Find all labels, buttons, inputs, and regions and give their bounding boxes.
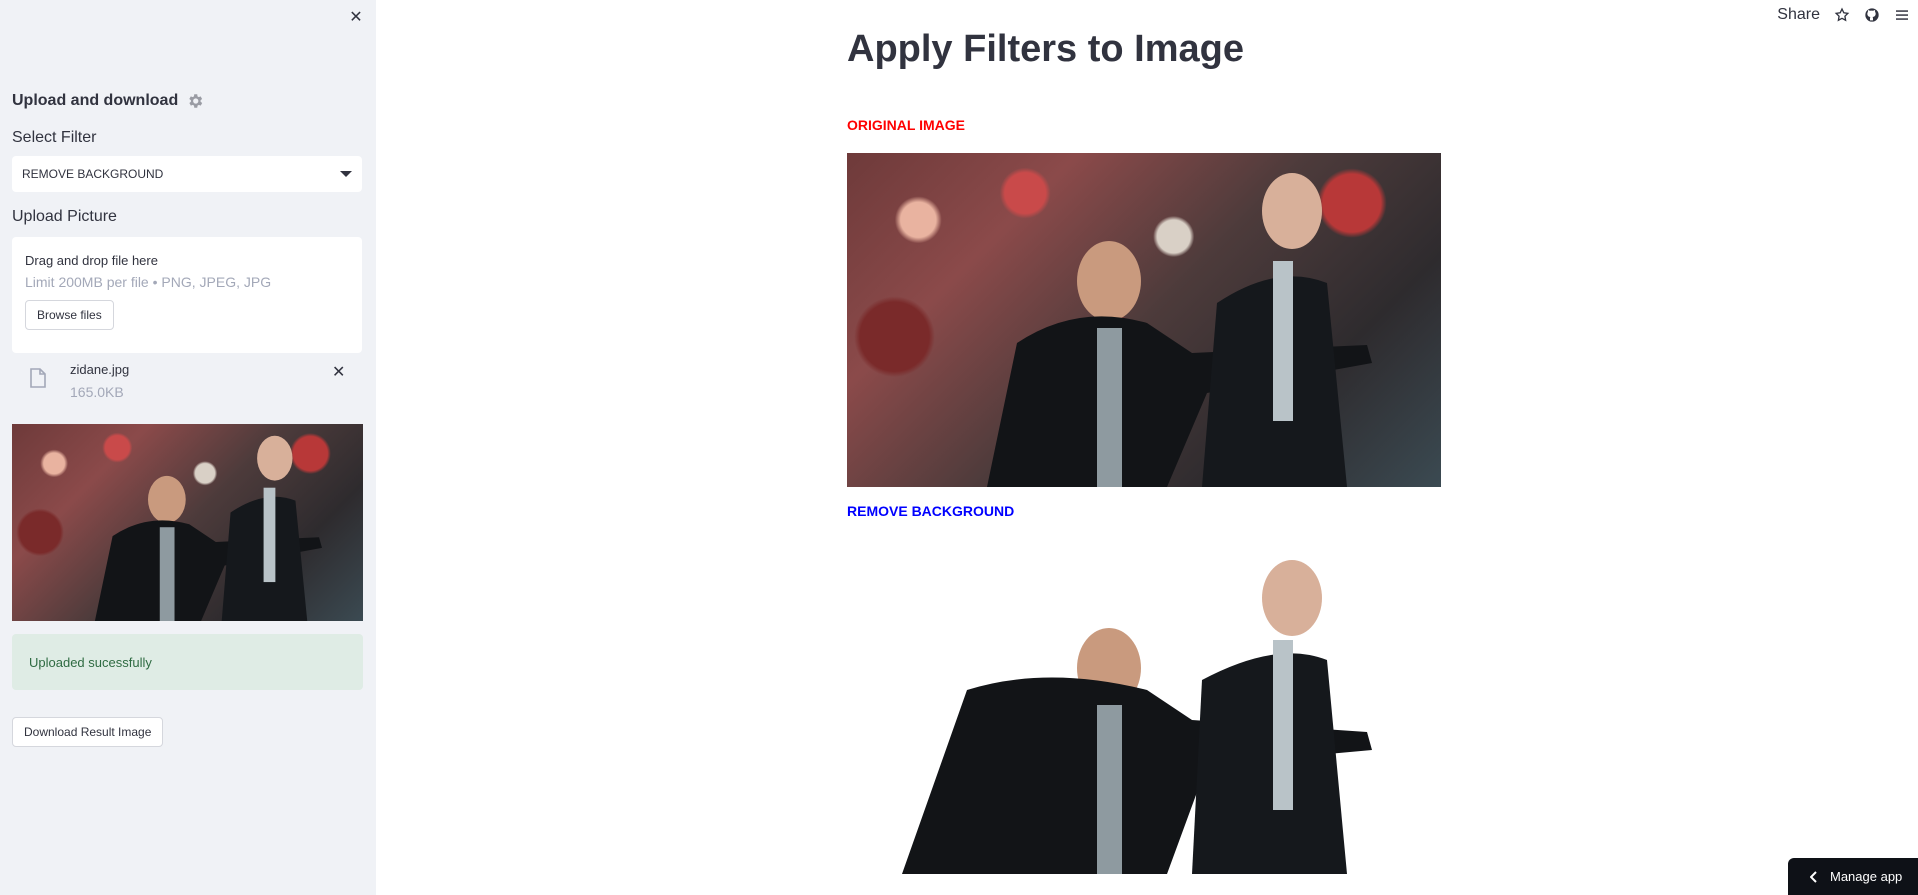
filter-select-value: REMOVE BACKGROUND — [22, 167, 164, 181]
upload-picture-label: Upload Picture — [12, 208, 117, 225]
browse-files-button[interactable]: Browse files — [25, 300, 114, 330]
page-title: Apply Filters to Image — [847, 28, 1244, 70]
sidebar-title: Upload and download — [12, 92, 204, 110]
github-icon[interactable] — [1864, 7, 1880, 23]
success-alert: Uploaded sucessfully — [12, 634, 363, 690]
sidebar: ✕ Upload and download Select Filter REMO… — [0, 0, 376, 895]
file-size: 165.0KB — [70, 384, 124, 400]
result-image — [847, 540, 1441, 874]
people-figures — [987, 173, 1372, 487]
sidebar-title-text: Upload and download — [12, 92, 179, 109]
share-button[interactable]: Share — [1777, 6, 1820, 24]
file-dropzone[interactable]: Drag and drop file here Limit 200MB per … — [12, 237, 362, 353]
file-name: zidane.jpg — [70, 362, 130, 377]
star-icon[interactable] — [1834, 7, 1850, 23]
uploaded-image-preview — [12, 424, 363, 621]
gear-icon — [189, 94, 203, 108]
manage-app-label: Manage app — [1830, 869, 1903, 884]
select-filter-label: Select Filter — [12, 129, 97, 146]
file-icon — [30, 368, 46, 388]
close-sidebar-icon[interactable]: ✕ — [346, 8, 366, 28]
dropzone-title: Drag and drop file here — [25, 253, 158, 268]
people-figures — [902, 560, 1372, 874]
filter-select[interactable]: REMOVE BACKGROUND — [12, 156, 362, 192]
remove-file-icon[interactable]: ✕ — [332, 362, 345, 382]
result-image-caption: REMOVE BACKGROUND — [847, 503, 1015, 519]
chevron-down-icon — [340, 171, 352, 177]
uploaded-file-row: zidane.jpg 165.0KB ✕ — [12, 358, 362, 404]
original-image — [847, 153, 1441, 487]
manage-app-button[interactable]: Manage app — [1788, 858, 1918, 895]
download-result-button[interactable]: Download Result Image — [12, 717, 164, 747]
original-image-caption: ORIGINAL IMAGE — [847, 117, 965, 133]
toolbar: Share — [1777, 6, 1910, 24]
people-figures — [94, 435, 322, 621]
menu-icon[interactable] — [1894, 7, 1910, 23]
dropzone-limit: Limit 200MB per file • PNG, JPEG, JPG — [25, 274, 272, 290]
chevron-left-icon — [1810, 870, 1817, 883]
